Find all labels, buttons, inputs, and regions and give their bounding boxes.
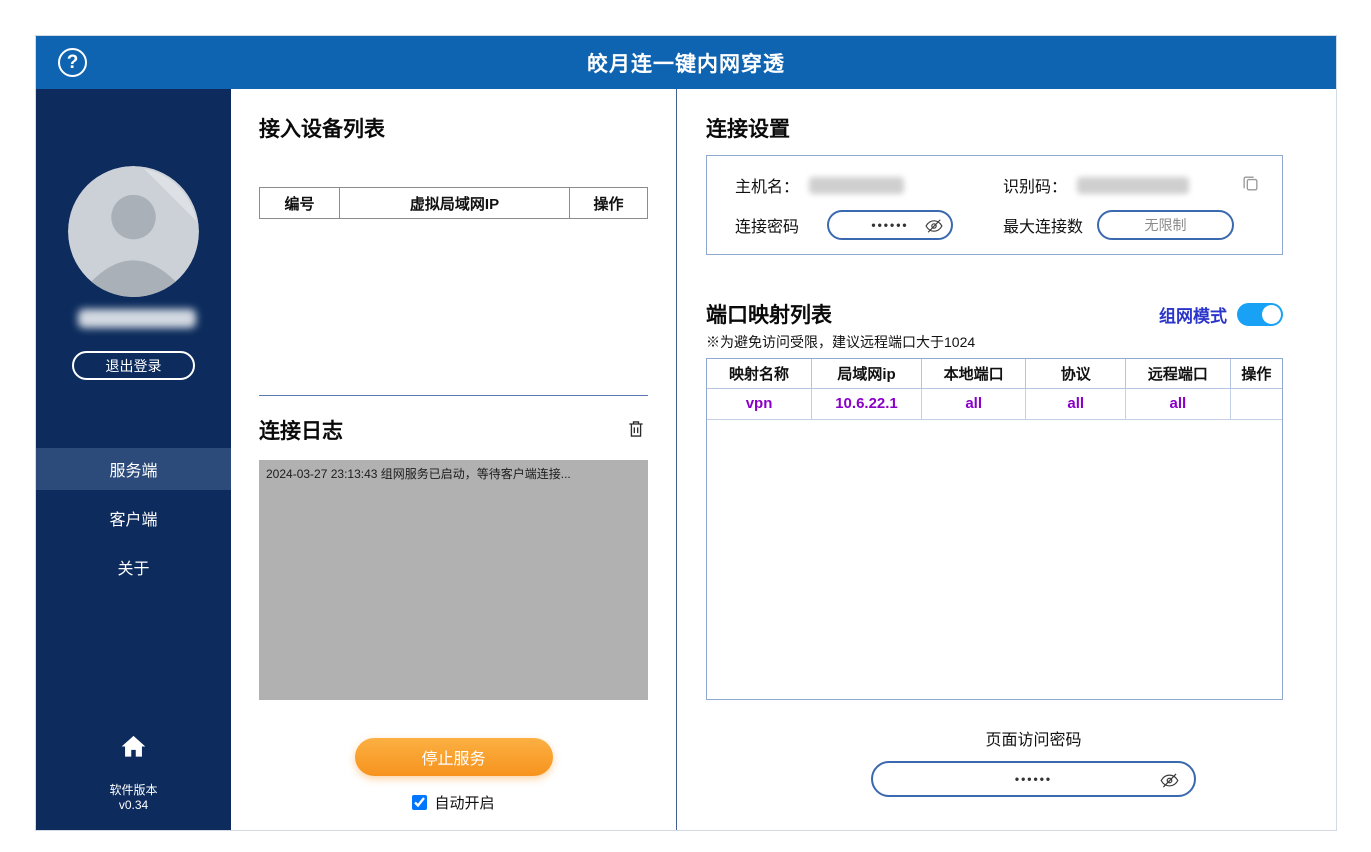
id-code-value-redacted (1077, 176, 1190, 194)
page-access-password-field[interactable]: •••••• (871, 761, 1196, 797)
section-divider (259, 395, 648, 396)
port-mapping-table-container: 映射名称 局域网ip 本地端口 协议 远程端口 操作 vpn 10.6.22.1… (706, 358, 1283, 700)
clear-log-button[interactable] (624, 416, 648, 445)
connection-password-label: 连接密码 (735, 219, 800, 236)
device-table-header-row: 编号 虚拟局域网IP 操作 (259, 187, 648, 219)
mapping-col-remote-port: 远程端口 (1125, 359, 1231, 389)
home-icon[interactable] (120, 733, 147, 760)
max-connections-button[interactable]: 无限制 (1097, 210, 1235, 240)
id-code-label: 识别码： (1003, 179, 1068, 196)
eye-slash-icon (1159, 773, 1180, 794)
sidebar-item-client[interactable]: 客户端 (36, 497, 231, 539)
title-bar: ? 皎月连一键内网穿透 (36, 36, 1336, 89)
port-mapping-table: 映射名称 局域网ip 本地端口 协议 远程端口 操作 vpn 10.6.22.1… (707, 359, 1282, 420)
page-access-password-masked: •••••• (1014, 772, 1053, 786)
mapping-cell-protocol: all (1025, 387, 1127, 420)
toggle-password-visibility-button[interactable] (924, 216, 944, 236)
connection-panel: 连接设置 主机名： 识别码： 连接密码 •••••• 最大连接数 无限制 端口映… (677, 89, 1336, 830)
mapping-cell-action (1229, 387, 1282, 420)
logout-button[interactable]: 退出登录 (72, 351, 195, 380)
connection-settings-box: 主机名： 识别码： 连接密码 •••••• 最大连接数 无限制 (706, 155, 1283, 255)
trash-icon (626, 420, 646, 443)
hostname-value-redacted (809, 176, 905, 194)
eye-slash-icon (924, 219, 944, 239)
max-connections-label: 最大连接数 (1003, 219, 1084, 236)
port-mapping-title: 端口映射列表 (706, 304, 832, 327)
network-mode-toggle[interactable] (1237, 302, 1283, 326)
app-window: ? 皎月连一键内网穿透 退出登录 服务端 客户端 关于 软件版本 v0.34 接… (35, 35, 1337, 831)
sidebar-item-server[interactable]: 服务端 (36, 448, 231, 490)
sidebar: 退出登录 服务端 客户端 关于 软件版本 v0.34 (36, 89, 231, 830)
version-number: v0.34 (118, 798, 149, 812)
main-content: 接入设备列表 编号 虚拟局域网IP 操作 连接日志 2024-03-27 23:… (231, 89, 1336, 830)
username-redacted (78, 309, 196, 328)
mapping-col-lan-ip: 局域网ip (811, 359, 922, 389)
sidebar-item-about[interactable]: 关于 (36, 546, 231, 588)
log-title: 连接日志 (259, 420, 343, 443)
toggle-page-password-visibility-button[interactable] (1159, 770, 1180, 791)
autostart-label: 自动开启 (434, 795, 495, 812)
copy-id-button[interactable] (1241, 174, 1260, 196)
mapping-col-protocol: 协议 (1025, 359, 1127, 389)
port-mapping-note: ※为避免访问受限，建议远程端口大于1024 (706, 334, 976, 350)
version-label: 软件版本 (109, 783, 158, 797)
mapping-col-local-port: 本地端口 (920, 359, 1027, 389)
mapping-col-name: 映射名称 (707, 359, 813, 389)
mapping-cell-local-port: all (920, 387, 1027, 420)
mapping-row-vpn: vpn 10.6.22.1 all all all (707, 387, 1282, 420)
device-log-panel: 接入设备列表 编号 虚拟局域网IP 操作 连接日志 2024-03-27 23:… (231, 89, 677, 830)
avatar (68, 166, 199, 297)
mapping-header-row: 映射名称 局域网ip 本地端口 协议 远程端口 操作 (707, 359, 1282, 389)
device-col-action: 操作 (569, 187, 648, 219)
app-title: 皎月连一键内网穿透 (587, 52, 785, 76)
autostart-checkbox[interactable] (412, 795, 428, 810)
device-list-title: 接入设备列表 (259, 118, 385, 141)
mapping-cell-name: vpn (707, 387, 813, 420)
mapping-cell-lan-ip: 10.6.22.1 (811, 387, 922, 420)
connection-password-masked: •••••• (871, 218, 909, 232)
device-col-number: 编号 (259, 187, 340, 219)
device-table: 编号 虚拟局域网IP 操作 (259, 187, 648, 219)
stop-service-button[interactable]: 停止服务 (354, 738, 553, 776)
mapping-cell-remote-port: all (1125, 387, 1231, 420)
sidebar-menu: 服务端 客户端 关于 (36, 448, 231, 595)
log-output: 2024-03-27 23:13:43 组网服务已启动，等待客户端连接... (259, 460, 648, 700)
hostname-label: 主机名： (735, 179, 800, 196)
mapping-col-action: 操作 (1229, 359, 1282, 389)
toggle-knob (1262, 304, 1281, 324)
copy-icon (1241, 176, 1260, 196)
connection-settings-title: 连接设置 (706, 118, 790, 141)
connection-password-field[interactable]: •••••• (827, 210, 954, 240)
log-entry: 2024-03-27 23:13:43 组网服务已启动，等待客户端连接... (266, 467, 571, 481)
device-col-vlan-ip: 虚拟局域网IP (339, 187, 570, 219)
help-icon[interactable]: ? (58, 48, 87, 77)
network-mode-label: 组网模式 (1159, 306, 1227, 326)
page-access-password-label: 页面访问密码 (985, 732, 1082, 749)
